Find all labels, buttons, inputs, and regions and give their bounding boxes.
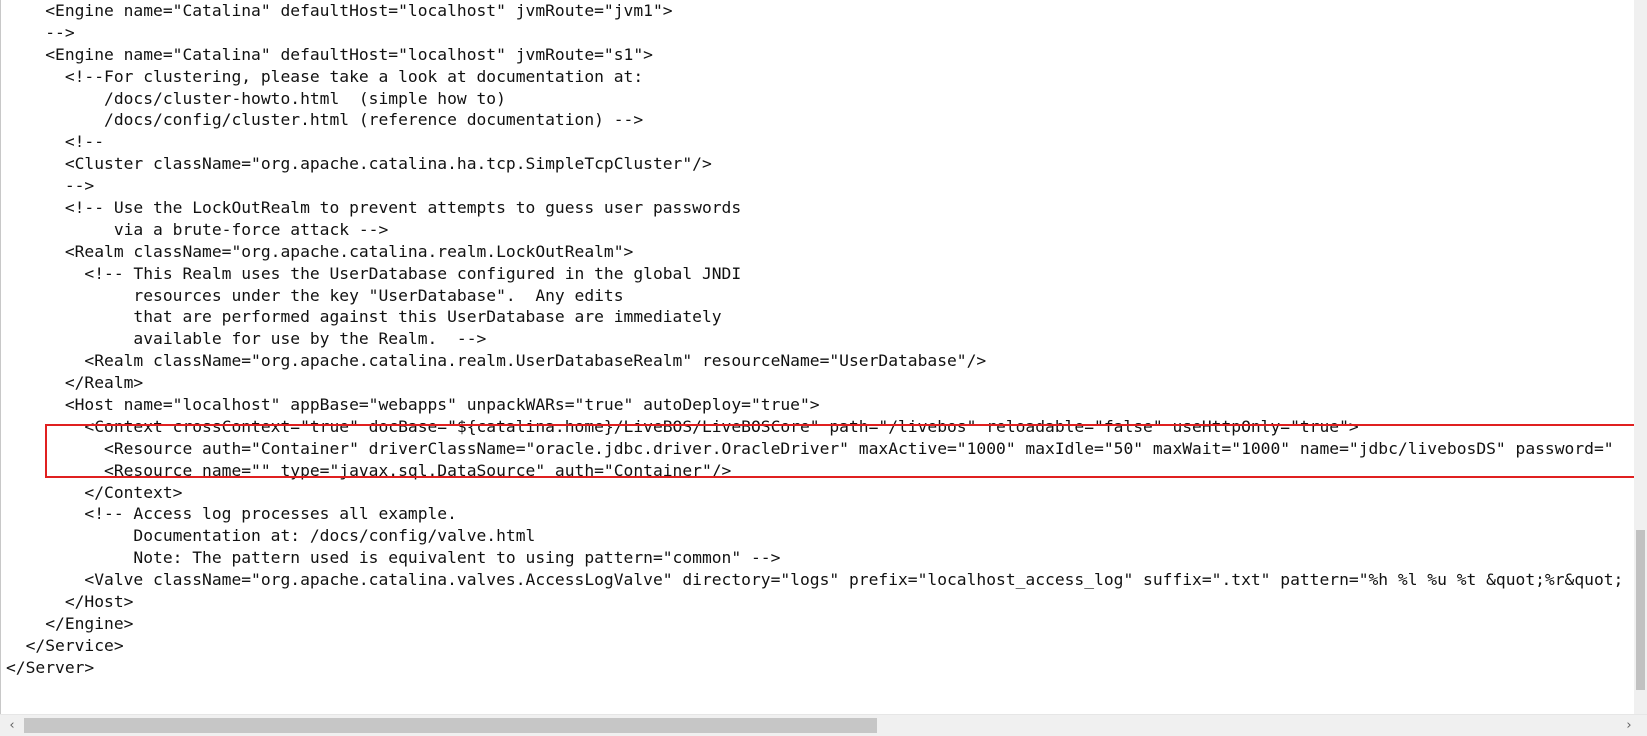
code-line: </Context> xyxy=(6,482,183,502)
code-line: --> xyxy=(6,176,95,196)
code-line: <Context crossContext="true" docBase="${… xyxy=(6,416,1359,436)
code-line: <!-- Access log processes all example. xyxy=(6,504,457,524)
text-editor[interactable]: <Engine name="Catalina" defaultHost="loc… xyxy=(0,0,1634,714)
code-line: <!-- xyxy=(6,132,105,152)
code-line: <Cluster className="org.apache.catalina.… xyxy=(6,154,712,174)
chevron-left-icon[interactable]: ‹ xyxy=(2,715,22,736)
code-view[interactable]: <Engine name="Catalina" defaultHost="loc… xyxy=(6,0,1623,679)
code-line: <Valve className="org.apache.catalina.va… xyxy=(6,570,1624,590)
code-line: <Engine name="Catalina" defaultHost="loc… xyxy=(6,44,653,64)
code-line: </Service> xyxy=(6,635,124,655)
horizontal-scrollbar-thumb[interactable] xyxy=(24,718,877,733)
code-line: /docs/cluster-howto.html (simple how to) xyxy=(6,88,506,108)
code-line: <Host name="localhost" appBase="webapps"… xyxy=(6,395,820,415)
code-line: Note: The pattern used is equivalent to … xyxy=(6,548,781,568)
code-line: <!-- This Realm uses the UserDatabase co… xyxy=(6,263,742,283)
code-line: Documentation at: /docs/config/valve.htm… xyxy=(6,526,536,546)
code-line: <Engine name="Catalina" defaultHost="loc… xyxy=(6,1,673,20)
code-line: --> xyxy=(6,22,75,42)
code-line: </Realm> xyxy=(6,373,144,393)
chevron-right-icon[interactable]: › xyxy=(1619,715,1639,736)
code-line: resources under the key "UserDatabase". … xyxy=(6,285,624,305)
code-line: <Resource name="" type="javax.sql.DataSo… xyxy=(6,460,732,480)
vertical-scrollbar-thumb[interactable] xyxy=(1636,530,1645,690)
code-line: </Host> xyxy=(6,592,134,612)
code-line: </Engine> xyxy=(6,613,134,633)
code-line: <Realm className="org.apache.catalina.re… xyxy=(6,241,634,261)
code-line: <Realm className="org.apache.catalina.re… xyxy=(6,351,987,371)
code-line: <!-- Use the LockOutRealm to prevent att… xyxy=(6,198,742,218)
horizontal-scrollbar[interactable]: ‹ › xyxy=(0,714,1647,736)
left-edge-line xyxy=(0,0,1,714)
code-line: <Resource auth="Container" driverClassNa… xyxy=(6,438,1614,458)
vertical-scrollbar[interactable] xyxy=(1634,0,1647,714)
code-line: via a brute-force attack --> xyxy=(6,219,389,239)
code-line: available for use by the Realm. --> xyxy=(6,329,487,349)
code-line: </Server> xyxy=(6,657,95,677)
code-line: that are performed against this UserData… xyxy=(6,307,722,327)
code-line: <!--For clustering, please take a look a… xyxy=(6,66,644,86)
code-line: /docs/config/cluster.html (reference doc… xyxy=(6,110,644,130)
